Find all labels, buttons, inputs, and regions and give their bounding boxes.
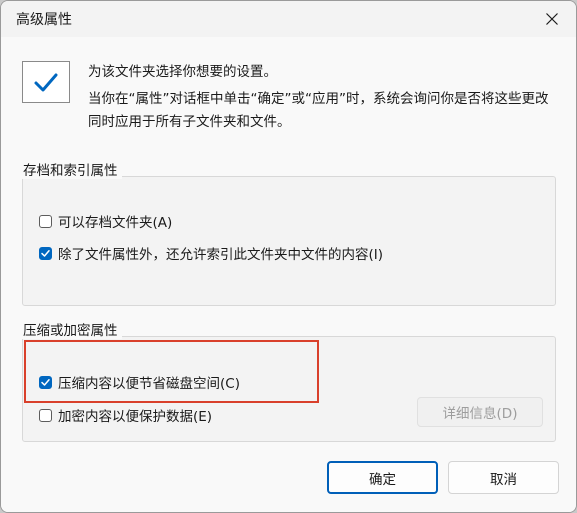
dialog-content: 为该文件夹选择你想要的设置。 当你在“属性”对话框中单击“确定”或“应用”时，系… [1, 37, 576, 512]
compress-option[interactable]: 压缩内容以便节省磁盘空间(C) [39, 372, 240, 392]
checkmark-icon [41, 378, 50, 386]
allow-index-option[interactable]: 除了文件属性外，还允许索引此文件夹中文件的内容(I) [39, 243, 383, 263]
archive-folder-option[interactable]: 可以存档文件夹(A) [39, 211, 172, 231]
archive-group-label: 存档和索引属性 [19, 159, 122, 179]
window-title: 高级属性 [16, 12, 72, 28]
compress-group-label: 压缩或加密属性 [19, 319, 122, 339]
close-button[interactable] [540, 7, 564, 31]
allow-index-label: 除了文件属性外，还允许索引此文件夹中文件的内容(I) [58, 247, 384, 263]
checkmark-icon [41, 249, 50, 257]
encrypt-option[interactable]: 加密内容以便保护数据(E) [39, 405, 212, 425]
close-icon [546, 13, 558, 25]
archive-folder-checkbox[interactable] [39, 214, 52, 228]
info-text: 为该文件夹选择你想要的设置。 当你在“属性”对话框中单击“确定”或“应用”时，系… [88, 61, 558, 134]
ok-button[interactable]: 确定 [327, 461, 438, 494]
archive-folder-label: 可以存档文件夹(A) [58, 215, 173, 231]
compress-label: 压缩内容以便节省磁盘空间(C) [58, 376, 240, 392]
cancel-button[interactable]: 取消 [448, 461, 559, 494]
folder-check-icon [22, 61, 70, 107]
title-bar: 高级属性 [1, 1, 576, 37]
compress-checkbox[interactable] [39, 375, 52, 389]
encrypt-checkbox[interactable] [39, 408, 52, 422]
encrypt-label: 加密内容以便保护数据(E) [58, 409, 213, 425]
info-line-2: 当你在“属性”对话框中单击“确定”或“应用”时，系统会询问你是否将这些更改同时应… [88, 91, 549, 130]
advanced-attributes-dialog: 高级属性 为该文件夹选择你想要的设置。 当你在“属性”对话框中单击“确定”或“应… [0, 0, 577, 513]
archive-index-group: 存档和索引属性 可以存档文件夹(A) 除了文件属性外，还允许索引此文件夹中文件的… [19, 159, 556, 306]
allow-index-checkbox[interactable] [39, 246, 52, 260]
info-line-1: 为该文件夹选择你想要的设置。 [88, 64, 277, 80]
details-button[interactable]: 详细信息(D) [417, 397, 543, 427]
